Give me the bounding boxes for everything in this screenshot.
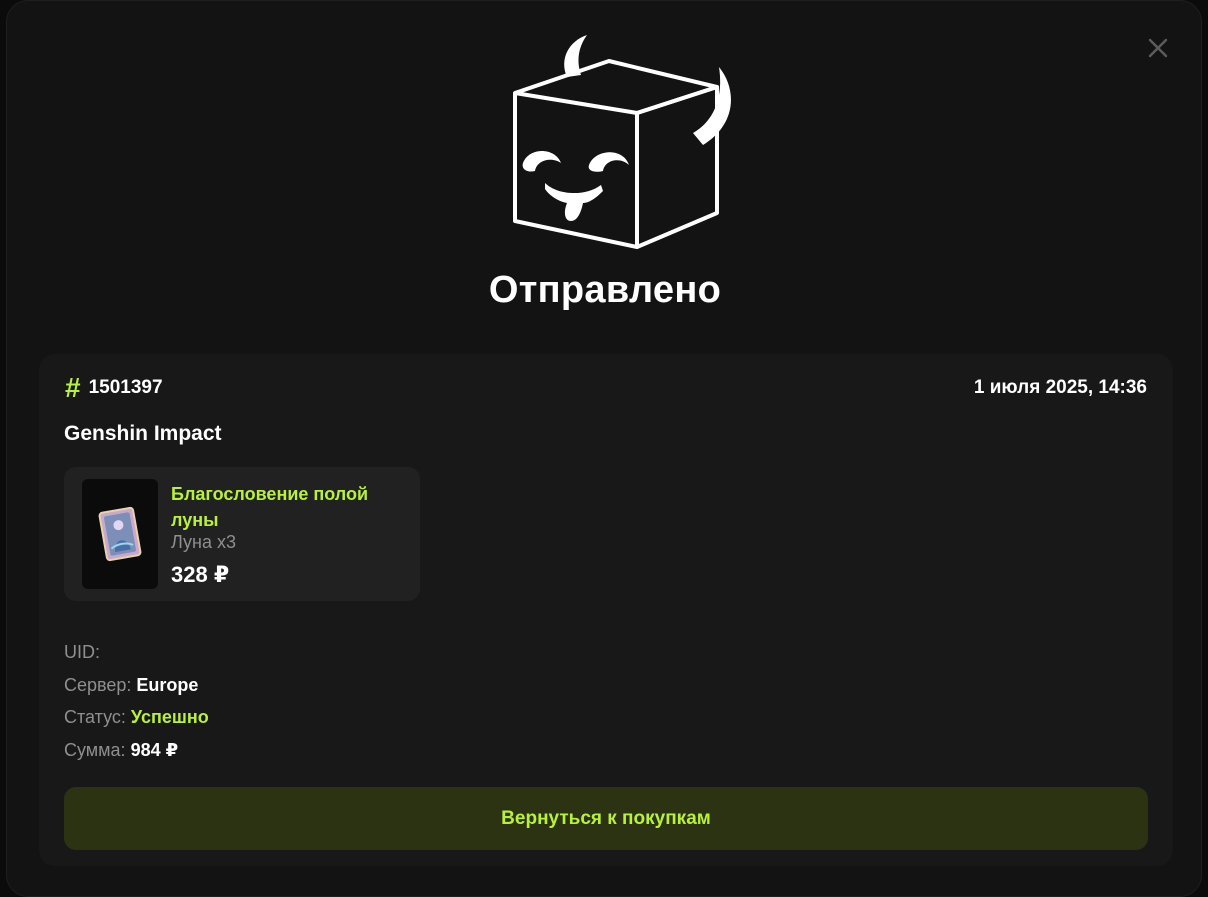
back-to-purchases-button[interactable]: Вернуться к покупкам bbox=[64, 787, 1148, 850]
order-details: UID: Сервер: Europe Статус: Успешно Сумм… bbox=[64, 640, 209, 770]
horned-cube-mascot-icon bbox=[513, 35, 731, 249]
detail-uid: UID: bbox=[64, 640, 209, 673]
order-number: 1501397 bbox=[88, 377, 163, 398]
product-name: Благословение полой луны bbox=[171, 484, 369, 530]
product-card: Благословение полой луны Луна x3 328 ₽ bbox=[64, 467, 420, 601]
detail-status: Статус: Успешно bbox=[64, 705, 209, 738]
product-thumbnail bbox=[82, 479, 158, 589]
status-value: Успешно bbox=[130, 707, 209, 727]
order-date: 1 июля 2025, 14:36 bbox=[973, 377, 1147, 398]
server-label: Сервер: bbox=[64, 674, 132, 695]
product-quantity: Луна x3 bbox=[171, 532, 236, 552]
server-value: Europe bbox=[136, 674, 199, 695]
sum-value: 984 ₽ bbox=[130, 739, 179, 760]
uid-label: UID: bbox=[64, 642, 100, 662]
close-button[interactable] bbox=[1145, 35, 1171, 61]
order-id: # 1501397 bbox=[65, 372, 163, 403]
detail-server: Сервер: Europe bbox=[64, 673, 209, 706]
page-title: Отправлено bbox=[488, 269, 722, 311]
order-sent-modal: Отправлено # 1501397 1 июля 2025, 14:36 … bbox=[6, 0, 1202, 897]
close-icon bbox=[1148, 38, 1168, 58]
detail-sum: Сумма: 984 ₽ bbox=[64, 738, 209, 771]
welkin-moon-card-icon bbox=[98, 506, 142, 562]
hash-icon: # bbox=[65, 372, 81, 403]
game-title: Genshin Impact bbox=[64, 422, 222, 445]
status-label: Статус: bbox=[64, 707, 126, 727]
sum-label: Сумма: bbox=[64, 739, 126, 760]
order-card: # 1501397 1 июля 2025, 14:36 Genshin Imp… bbox=[39, 354, 1173, 866]
product-price: 328 ₽ bbox=[171, 562, 230, 587]
